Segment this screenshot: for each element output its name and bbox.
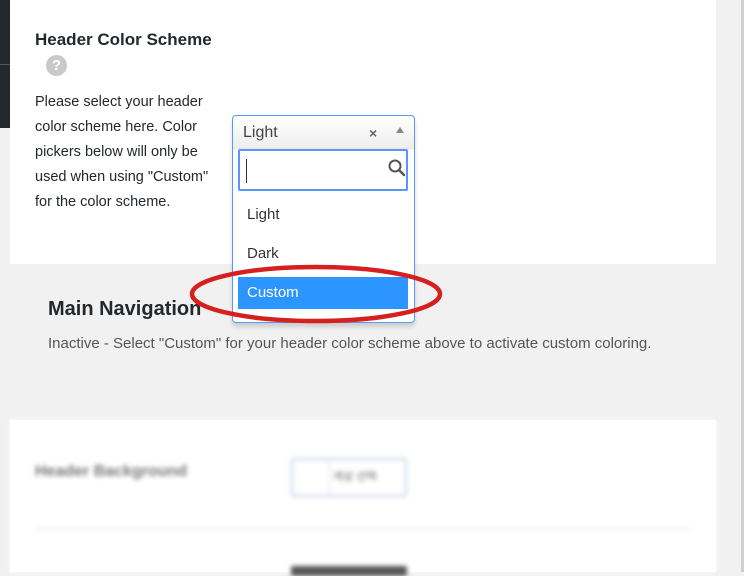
select-current[interactable]: Light × <box>233 116 414 149</box>
setting-title: Header Color Scheme <box>35 30 212 49</box>
chevron-up-icon[interactable] <box>396 127 404 133</box>
select-search[interactable] <box>238 149 408 191</box>
search-icon <box>388 159 406 177</box>
right-gutter <box>716 0 744 572</box>
select-option-light[interactable]: Light <box>238 199 408 231</box>
divider <box>35 528 690 529</box>
select-color-button[interactable]: 색상 선택 <box>333 468 377 484</box>
header-background-row: Header Background 색상 선택 <box>10 420 716 576</box>
next-color-picker[interactable] <box>291 566 407 576</box>
admin-sidebar-edge <box>0 0 10 128</box>
color-swatch[interactable] <box>293 460 330 495</box>
section-description: Inactive - Select "Custom" for your head… <box>48 335 652 352</box>
close-icon[interactable]: × <box>369 125 377 141</box>
select-current-value: Light <box>243 124 278 141</box>
annotation-ellipse <box>189 264 443 324</box>
color-picker[interactable]: 색상 선택 <box>291 458 407 497</box>
section-title: Main Navigation <box>48 298 202 320</box>
admin-divider <box>0 64 10 65</box>
question-icon[interactable]: ? <box>46 55 67 76</box>
search-input[interactable] <box>246 159 381 183</box>
header-background-label: Header Background <box>35 463 188 480</box>
setting-description: Please select your header color scheme h… <box>35 94 209 210</box>
